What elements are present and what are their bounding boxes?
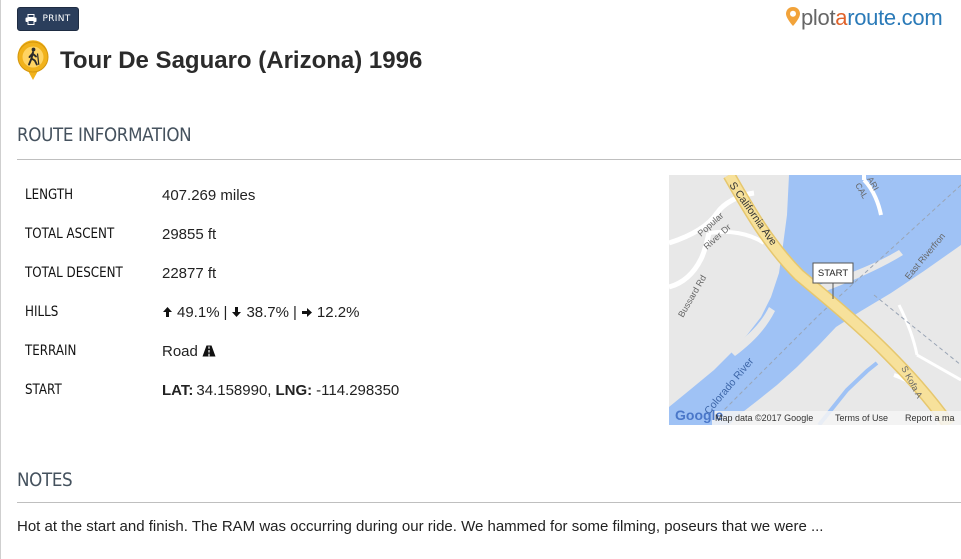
arrow-right-icon [301,307,312,317]
info-row-hills: HILLS 49.1% | 38.7% | 12.2% [25,301,359,323]
plotaroute-logo[interactable]: plotaroute.com [785,5,943,31]
map-canvas[interactable]: S California Ave Colorado River Popular … [669,175,961,425]
hiker-pin-icon [17,40,49,80]
total-descent-value: 22877 ft [162,264,217,282]
info-row-length: LENGTH 407.269 miles [25,184,255,206]
hills-up-value: 49.1% [177,303,220,321]
logo-part-a: a [835,5,848,30]
hills-down-value: 38.7% [246,303,289,321]
report-map-error-link[interactable]: Report a ma [905,413,955,423]
info-label: START [25,382,62,398]
info-label: HILLS [25,304,59,320]
logo-pin-icon [786,7,800,26]
printer-icon [25,13,37,25]
lat-label: LAT: [162,381,194,399]
hills-value: 49.1% | 38.7% | 12.2% [162,304,359,321]
info-label: TOTAL DESCENT [25,265,123,281]
start-marker-label: START [818,268,848,279]
logo-part-plot: plot [801,5,836,30]
logo-part-com: .com [895,5,943,30]
print-label: PRINT [42,14,71,24]
info-label: TERRAIN [25,343,77,359]
lat-value: 34.158990 [196,381,268,399]
page-title: Tour De Saguaro (Arizona) 1996 [60,47,423,74]
info-row-terrain: TERRAIN Road [25,340,216,362]
lng-value: -114.298350 [316,381,400,399]
map-data-attribution: Map data ©2017 Google [715,413,813,423]
length-value: 407.269 miles [162,186,256,204]
terrain-text: Road [162,342,198,360]
route-information-divider [17,159,961,160]
logo-text: plotaroute.com [801,5,943,31]
separator: | [223,303,228,321]
notes-heading: NOTES [17,469,73,491]
arrow-down-icon [232,307,242,317]
notes-text: Hot at the start and finish. The RAM was… [17,518,824,535]
route-map[interactable]: S California Ave Colorado River Popular … [669,175,961,425]
info-label: LENGTH [25,187,74,203]
lng-label: LNG: [275,381,313,399]
separator: , [267,381,272,399]
hills-flat-value: 12.2% [316,303,360,321]
info-row-start: START LAT: 34.158990, LNG: -114.298350 [25,379,399,401]
notes-divider [17,502,961,503]
info-label: TOTAL ASCENT [25,226,115,242]
arrow-up-icon [163,307,172,317]
title-row: Tour De Saguaro (Arizona) 1996 [16,40,422,82]
page-left-border [0,0,1,559]
separator: | [293,303,297,321]
print-button[interactable]: PRINT [17,7,79,31]
logo-part-route: route [847,5,896,30]
road-icon [202,345,216,357]
terms-of-use-link[interactable]: Terms of Use [835,413,888,423]
start-value: LAT: 34.158990, LNG: -114.298350 [162,382,399,399]
info-row-total-ascent: TOTAL ASCENT 29855 ft [25,223,216,245]
terrain-value: Road [162,343,216,360]
route-information-heading: ROUTE INFORMATION [17,124,192,146]
total-ascent-value: 29855 ft [162,225,217,243]
info-row-total-descent: TOTAL DESCENT 22877 ft [25,262,216,284]
